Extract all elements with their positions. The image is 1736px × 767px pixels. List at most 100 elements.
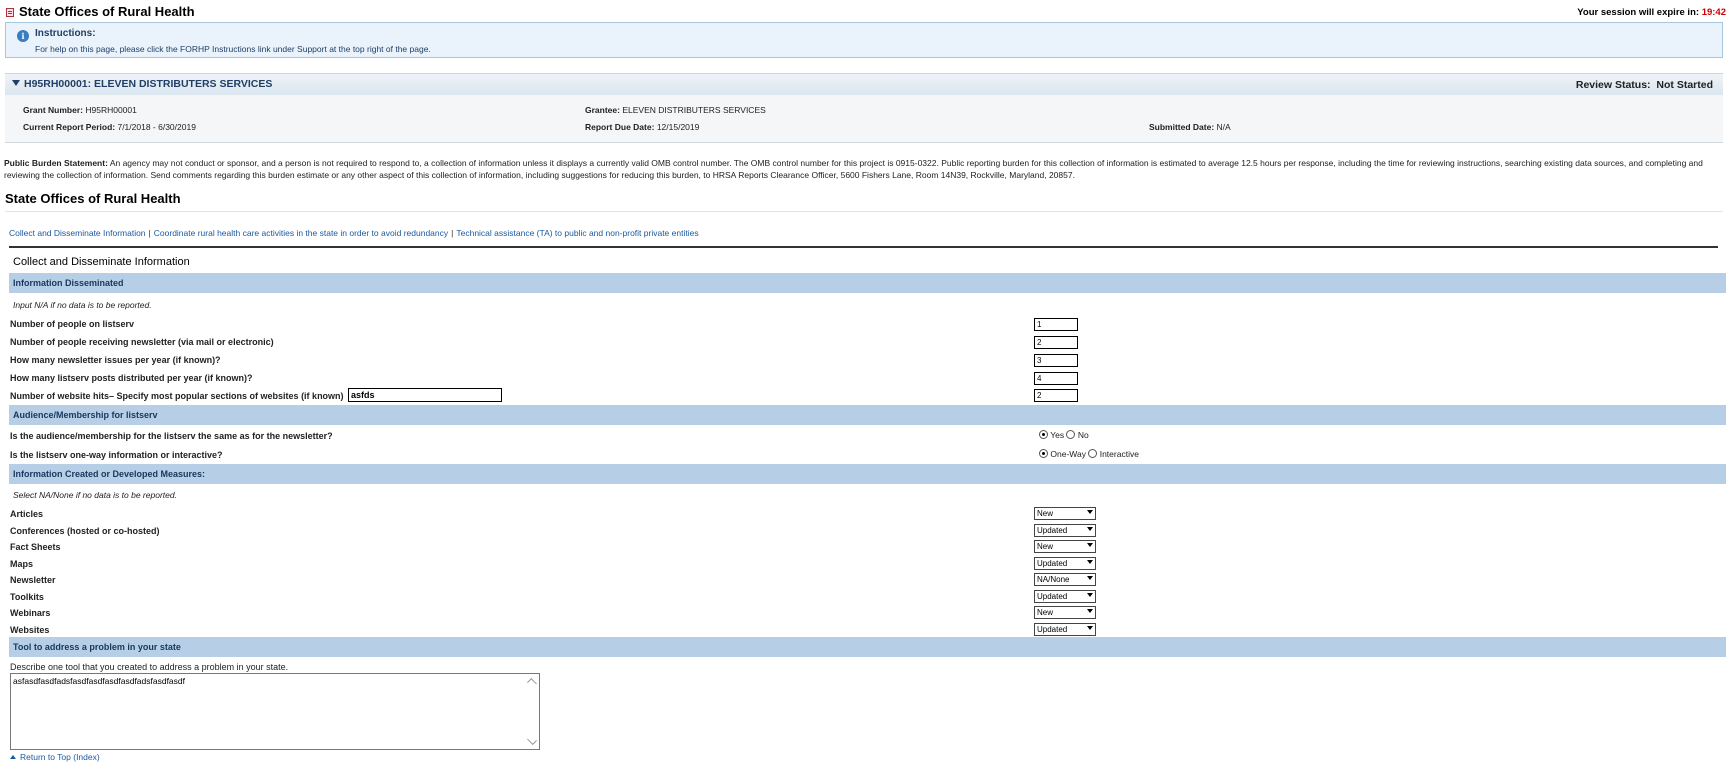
report-due-date: Report Due Date: 12/15/2019 — [585, 122, 699, 132]
session-timer: Your session will expire in: 19:42 — [1577, 7, 1726, 18]
radio-no-label: No — [1077, 430, 1089, 440]
grantee-value: ELEVEN DISTRIBUTERS SERVICES — [622, 105, 766, 115]
band-information-disseminated: Information Disseminated — [9, 273, 1726, 293]
select-toolkits[interactable]: Updated — [1034, 590, 1096, 603]
label-webinars: Webinars — [10, 608, 51, 618]
link-separator: | — [451, 228, 454, 238]
collapse-triangle-icon[interactable] — [12, 80, 20, 86]
select-value: NA/None — [1037, 575, 1070, 584]
select-websites[interactable]: Updated — [1034, 623, 1096, 636]
label-listserv-people: Number of people on listserv — [10, 319, 135, 329]
label-fact-sheets: Fact Sheets — [10, 542, 61, 552]
instructions-box: i Instructions: For help on this page, p… — [5, 22, 1723, 58]
label-newsletter-issues: How many newsletter issues per year (if … — [10, 355, 221, 365]
radio-yes[interactable] — [1039, 430, 1048, 439]
form-icon — [6, 8, 14, 17]
section-divider — [9, 246, 1718, 248]
textarea-value: asfasdfasdfadsfasdfasdfasdfasdfadsfasdfa… — [13, 676, 186, 686]
grantee: Grantee: ELEVEN DISTRIBUTERS SERVICES — [585, 105, 766, 115]
radio-one-way[interactable] — [1039, 449, 1048, 458]
input-popular-sections[interactable]: asfds — [348, 388, 502, 402]
select-value: Updated — [1037, 625, 1068, 634]
select-value: New — [1037, 608, 1054, 617]
report-period-label: Current Report Period: — [23, 122, 116, 132]
label-toolkits: Toolkits — [10, 592, 44, 602]
input-newsletter-issues[interactable]: 3 — [1034, 354, 1078, 367]
radio-interactive[interactable] — [1088, 449, 1098, 458]
grant-number: Grant Number: H95RH00001 — [23, 105, 137, 115]
chevron-down-icon — [1087, 543, 1093, 547]
select-value: Updated — [1037, 526, 1068, 535]
label-listserv-posts: How many listserv posts distributed per … — [10, 373, 253, 383]
select-maps[interactable]: Updated — [1034, 557, 1096, 570]
session-label: Your session will expire in: — [1577, 7, 1702, 18]
label-conferences: Conferences (hosted or co-hosted) — [10, 526, 160, 536]
label-tool-prompt: Describe one tool that you created to ad… — [10, 662, 289, 672]
link-collect-disseminate[interactable]: Collect and Disseminate Information — [9, 228, 146, 238]
submitted-value: N/A — [1216, 122, 1231, 132]
radio-group-audience-same: Yes No — [1039, 430, 1089, 440]
scroll-up-icon[interactable] — [527, 678, 537, 688]
top-bar: State Offices of Rural Health Your sessi… — [4, 4, 1726, 20]
select-value: New — [1037, 509, 1054, 518]
link-technical-assistance[interactable]: Technical assistance (TA) to public and … — [456, 228, 698, 238]
radio-no[interactable] — [1066, 430, 1076, 439]
grant-number-label: Grant Number: — [23, 105, 83, 115]
band-label: Information Disseminated — [13, 278, 124, 288]
info-icon: i — [17, 30, 29, 42]
label-articles: Articles — [10, 509, 44, 519]
band-label: Audience/Membership for listserv — [13, 410, 158, 420]
note-select-na: Select NA/None if no data is to be repor… — [13, 490, 177, 500]
radio-group-listserv-type: One-Way Interactive — [1039, 449, 1139, 459]
chevron-down-icon — [1087, 609, 1093, 613]
select-value: Updated — [1037, 592, 1068, 601]
select-conferences[interactable]: Updated — [1034, 524, 1096, 537]
label-audience-same: Is the audience/membership for the lists… — [10, 431, 333, 441]
textarea-tool-description[interactable]: asfasdfasdfadsfasdfasdfasdfasdfadsfasdfa… — [10, 673, 540, 750]
input-listserv-people[interactable]: 1 — [1034, 318, 1078, 331]
session-time: 19:42 — [1701, 7, 1726, 18]
section-links: Collect and Disseminate Information | Coor… — [9, 228, 699, 238]
app-title: State Offices of Rural Health — [19, 4, 195, 19]
select-fact-sheets[interactable]: New — [1034, 540, 1096, 553]
radio-yes-label: Yes — [1050, 430, 1065, 440]
return-to-top-link[interactable]: Return to Top (Index) — [10, 752, 100, 762]
review-status-label: Review Status: — [1575, 79, 1651, 91]
label-listserv-type: Is the listserv one-way information or i… — [10, 450, 223, 460]
label-website-hits: Number of website hits– Specify most pop… — [10, 391, 344, 401]
chevron-down-icon — [1087, 510, 1093, 514]
divider — [5, 211, 1723, 212]
report-due-label: Report Due Date: — [585, 122, 655, 132]
grant-header[interactable]: H95RH00001: ELEVEN DISTRIBUTERS SERVICES… — [5, 73, 1723, 95]
grantee-label: Grantee: — [585, 105, 620, 115]
label-websites: Websites — [10, 625, 50, 635]
link-coordinate-activities[interactable]: Coordinate rural health care activities … — [154, 228, 448, 238]
select-newsletter[interactable]: NA/None — [1034, 573, 1096, 586]
radio-one-way-label: One-Way — [1050, 449, 1086, 459]
page-heading: State Offices of Rural Health — [5, 191, 181, 206]
select-value: New — [1037, 542, 1054, 551]
submitted-label: Submitted Date: — [1149, 122, 1215, 132]
scroll-down-icon[interactable] — [527, 735, 537, 745]
chevron-down-icon — [1087, 593, 1093, 597]
label-newsletter-recipients: Number of people receiving newsletter (v… — [10, 337, 274, 347]
band-tool-problem: Tool to address a problem in your state — [9, 637, 1726, 657]
report-period-value: 7/1/2018 - 6/30/2019 — [117, 122, 196, 132]
select-webinars[interactable]: New — [1034, 606, 1096, 619]
input-listserv-posts[interactable]: 4 — [1034, 372, 1078, 385]
chevron-down-icon — [1087, 527, 1093, 531]
radio-interactive-label: Interactive — [1099, 449, 1139, 459]
burden-text: An agency may not conduct or sponsor, an… — [4, 158, 1703, 180]
public-burden-statement: Public Burden Statement: An agency may n… — [4, 157, 1726, 181]
input-newsletter-recipients[interactable]: 2 — [1034, 336, 1078, 349]
instructions-title: Instructions: — [35, 28, 96, 39]
arrow-up-icon — [10, 755, 16, 759]
review-status-value: Not Started — [1656, 79, 1713, 91]
link-separator: | — [148, 228, 151, 238]
grant-info: Grant Number: H95RH00001 Grantee: ELEVEN… — [5, 95, 1723, 143]
chevron-down-icon — [1087, 560, 1093, 564]
select-value: Updated — [1037, 559, 1068, 568]
select-articles[interactable]: New — [1034, 507, 1096, 520]
note-input-na: Input N/A if no data is to be reported. — [13, 300, 152, 310]
input-website-hits[interactable]: 2 — [1034, 389, 1078, 402]
